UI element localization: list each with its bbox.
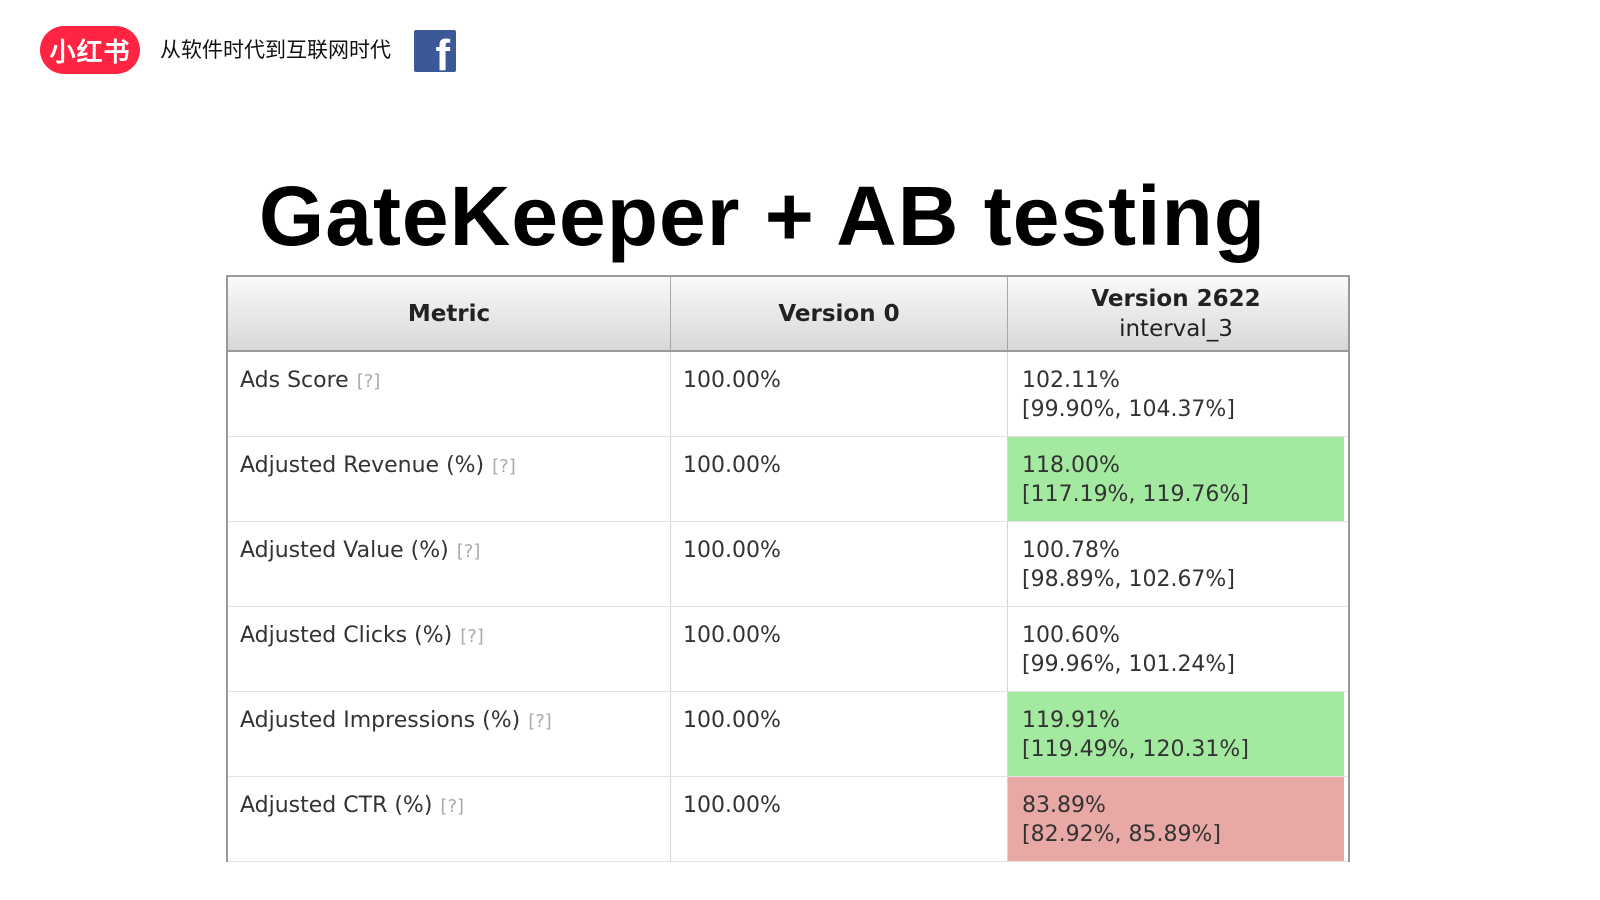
confidence-interval: [98.89%, 102.67%] <box>1022 567 1235 592</box>
help-link[interactable]: [?] <box>492 456 516 477</box>
help-link[interactable]: [?] <box>457 541 481 562</box>
control-value-cell: 100.00% <box>671 437 1008 521</box>
table-row: Adjusted Revenue (%) [?] 100.00% 118.00% [11… <box>228 437 1348 522</box>
metric-name: Adjusted Clicks (%) <box>240 623 453 648</box>
control-value-cell: 100.00% <box>671 522 1008 606</box>
facebook-icon: f <box>414 30 456 72</box>
variant-value: 83.89% <box>1022 793 1106 818</box>
metric-cell: Adjusted CTR (%) [?] <box>228 777 671 861</box>
metric-cell: Adjusted Revenue (%) [?] <box>228 437 671 521</box>
control-value: 100.00% <box>683 708 781 733</box>
variant-value: 118.00% <box>1022 453 1120 478</box>
metric-name: Adjusted CTR (%) <box>240 793 433 818</box>
control-value-cell: 100.00% <box>671 607 1008 691</box>
variant-value-cell: 100.60% [99.96%, 101.24%] <box>1008 607 1344 691</box>
confidence-interval: [99.96%, 101.24%] <box>1022 652 1235 677</box>
variant-value: 102.11% <box>1022 368 1120 393</box>
control-value-cell: 100.00% <box>671 692 1008 776</box>
variant-column-header[interactable]: Version 2622 interval_3 <box>1008 277 1344 350</box>
metric-name: Adjusted Value (%) <box>240 538 449 563</box>
table-header-row: Metric Version 0 Version 2622 interval_3 <box>228 275 1348 352</box>
xiaohongshu-logo: 小红书 <box>40 26 140 74</box>
variant-interval-label: interval_3 <box>1119 315 1233 342</box>
control-value: 100.00% <box>683 453 781 478</box>
metric-name: Adjusted Revenue (%) <box>240 453 485 478</box>
help-link[interactable]: [?] <box>440 796 464 817</box>
table-row: Ads Score [?] 100.00% 102.11% [99.90%, 104.3… <box>228 352 1348 437</box>
variant-value-cell: 102.11% [99.90%, 104.37%] <box>1008 352 1344 436</box>
variant-value-cell: 118.00% [117.19%, 119.76%] <box>1008 437 1344 521</box>
tagline: 从软件时代到互联网时代 <box>160 38 391 62</box>
metric-name: Ads Score <box>240 368 349 393</box>
control-value: 100.00% <box>683 623 781 648</box>
metric-column-header[interactable]: Metric <box>228 277 671 350</box>
variant-value-cell: 83.89% [82.92%, 85.89%] <box>1008 777 1344 861</box>
control-column-header[interactable]: Version 0 <box>671 277 1008 350</box>
metric-cell: Adjusted Clicks (%) [?] <box>228 607 671 691</box>
metric-cell: Ads Score [?] <box>228 352 671 436</box>
control-value-cell: 100.00% <box>671 777 1008 861</box>
control-value: 100.00% <box>683 538 781 563</box>
table-row: Adjusted CTR (%) [?] 100.00% 83.89% [82.92%,… <box>228 777 1348 862</box>
control-value: 100.00% <box>683 793 781 818</box>
control-value: 100.00% <box>683 368 781 393</box>
variant-value: 119.91% <box>1022 708 1120 733</box>
confidence-interval: [117.19%, 119.76%] <box>1022 482 1249 507</box>
slide-title: GateKeeper + AB testing <box>258 169 1267 263</box>
variant-value: 100.60% <box>1022 623 1120 648</box>
variant-value-cell: 119.91% [119.49%, 120.31%] <box>1008 692 1344 776</box>
confidence-interval: [99.90%, 104.37%] <box>1022 397 1235 422</box>
variant-value-cell: 100.78% [98.89%, 102.67%] <box>1008 522 1344 606</box>
confidence-interval: [119.49%, 120.31%] <box>1022 737 1249 762</box>
confidence-interval: [82.92%, 85.89%] <box>1022 822 1221 847</box>
variant-value: 100.78% <box>1022 538 1120 563</box>
ab-results-table: Metric Version 0 Version 2622 interval_3… <box>226 275 1350 862</box>
metric-cell: Adjusted Value (%) [?] <box>228 522 671 606</box>
table-row: Adjusted Impressions (%) [?] 100.00% 119.91… <box>228 692 1348 777</box>
table-row: Adjusted Value (%) [?] 100.00% 100.78% [98.8… <box>228 522 1348 607</box>
help-link[interactable]: [?] <box>357 371 381 392</box>
help-link[interactable]: [?] <box>460 626 484 647</box>
control-value-cell: 100.00% <box>671 352 1008 436</box>
metric-cell: Adjusted Impressions (%) [?] <box>228 692 671 776</box>
table-row: Adjusted Clicks (%) [?] 100.00% 100.60% [99.… <box>228 607 1348 692</box>
help-link[interactable]: [?] <box>528 711 552 732</box>
metric-name: Adjusted Impressions (%) <box>240 708 521 733</box>
